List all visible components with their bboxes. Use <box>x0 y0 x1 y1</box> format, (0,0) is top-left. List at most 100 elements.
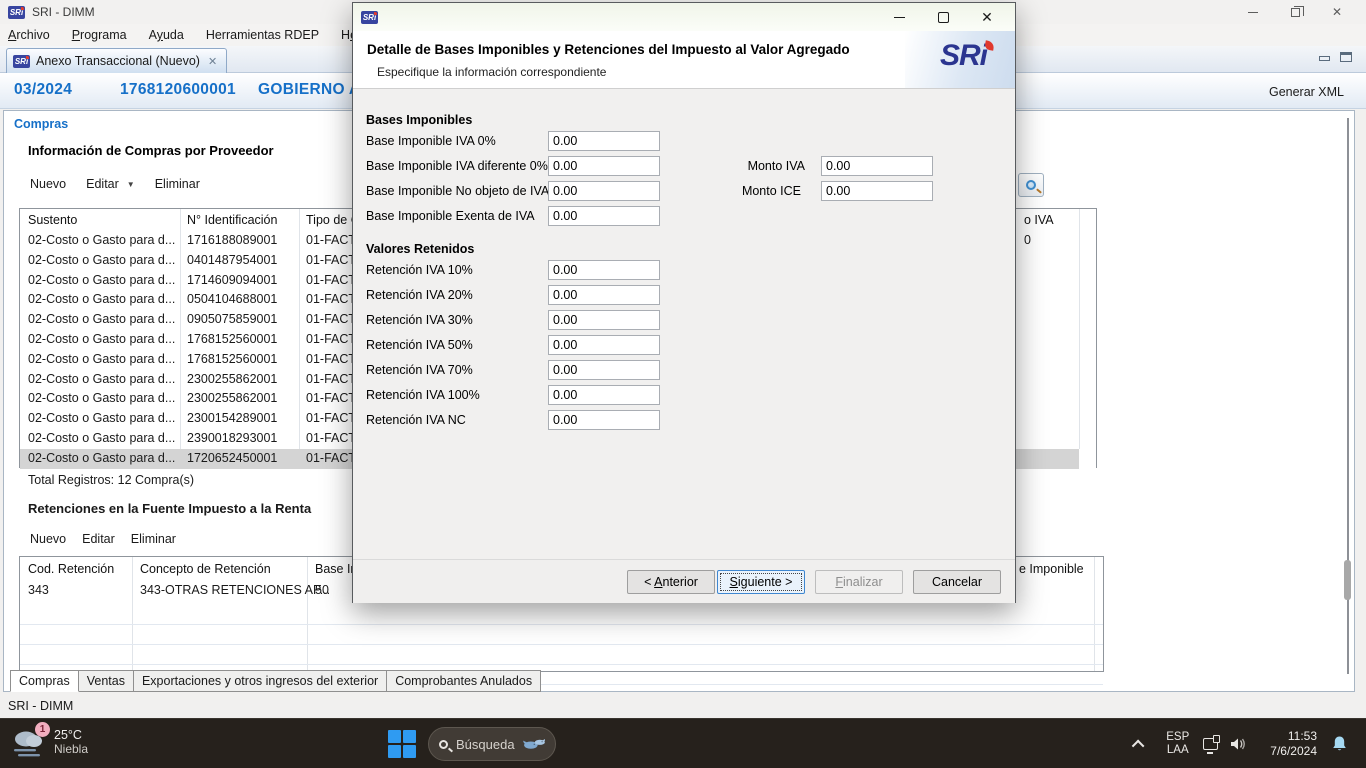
cell-identificacion: 2390018293001 <box>187 431 277 445</box>
minimize-button[interactable] <box>1232 0 1274 24</box>
dialog-close-button[interactable]: ✕ <box>965 5 1009 29</box>
screen: SRi SRI - DIMM ✕ Archivo Programa Ayuda Her… <box>0 0 1366 768</box>
weather-widget[interactable]: 1 25°C Niebla <box>10 725 88 759</box>
panel-minimize-icon[interactable] <box>1318 52 1330 62</box>
compras-eliminar-button[interactable]: Eliminar <box>155 177 200 191</box>
dialog-finalizar-button[interactable]: Finalizar <box>815 570 903 594</box>
dialog-anterior-button[interactable]: < Anterior <box>627 570 715 594</box>
dialog-siguiente-button[interactable]: Siguiente > <box>717 570 805 594</box>
menu-programa[interactable]: Programa <box>72 28 127 42</box>
temperature: 25°C <box>54 728 88 742</box>
retencion-field-4-input[interactable] <box>548 360 660 380</box>
retenciones-actions: Nuevo Editar Eliminar <box>30 532 176 546</box>
bottom-tab-comprobantes[interactable]: Comprobantes Anulados <box>387 670 541 692</box>
retencion-field-2-label: Retención IVA 30% <box>366 313 473 327</box>
dialog-title: Detalle de Bases Imponibles y Retencione… <box>367 42 850 57</box>
volume-icon[interactable] <box>1230 736 1248 752</box>
tab-anexo-transaccional[interactable]: SRi Anexo Transaccional (Nuevo) ✕ <box>6 48 227 73</box>
total-registros: Total Registros: 12 Compra(s) <box>28 473 194 487</box>
col-sustento[interactable]: Sustento <box>28 213 77 227</box>
cell-identificacion: 1768152560001 <box>187 352 277 366</box>
search-placeholder: Búsqueda <box>456 737 515 752</box>
language-indicator[interactable]: ESP LAA <box>1166 731 1189 757</box>
col-monto-iva-fragment[interactable]: o IVA <box>1024 213 1054 227</box>
retenciones-eliminar-button[interactable]: Eliminar <box>131 532 176 546</box>
cell-concepto: 343-OTRAS RETENCIONES AP... <box>140 583 330 597</box>
base-field-2-input[interactable] <box>548 181 660 201</box>
monto-1-label: Monto ICE <box>741 184 801 198</box>
search-icon <box>1026 180 1036 190</box>
retenciones-nuevo-button[interactable]: Nuevo <box>30 532 66 546</box>
taxpayer-name-label: GOBIERNO A <box>258 81 360 99</box>
period-label: 03/2024 <box>14 81 72 99</box>
dialog-cancelar-button[interactable]: Cancelar <box>913 570 1001 594</box>
cell-sustento: 02-Costo o Gasto para d... <box>28 451 175 465</box>
system-tray: ESP LAA 11:53 7/6/2024 <box>1135 719 1362 768</box>
base-field-1-input[interactable] <box>548 156 660 176</box>
compras-actions: Nuevo Editar ▼ Eliminar <box>30 177 200 191</box>
app-icon: SRi <box>8 6 25 19</box>
base-field-0-input[interactable] <box>548 131 660 151</box>
bottom-tab-exportaciones[interactable]: Exportaciones y otros ingresos del exter… <box>134 670 387 692</box>
col-concepto[interactable]: Concepto de Retención <box>140 562 271 576</box>
cell-sustento: 02-Costo o Gasto para d... <box>28 411 175 425</box>
dialog-minimize-button[interactable] <box>877 5 921 29</box>
dialog-titlebar: SRi ✕ <box>353 3 1015 31</box>
taskbar-search[interactable]: Búsqueda <box>428 727 556 761</box>
status-text: SRI - DIMM <box>8 699 73 713</box>
close-button[interactable]: ✕ <box>1316 0 1358 24</box>
retencion-field-3-input[interactable] <box>548 335 660 355</box>
search-button[interactable] <box>1018 173 1044 197</box>
col-cod-retencion[interactable]: Cod. Retención <box>28 562 114 576</box>
dialog-maximize-button[interactable] <box>921 5 965 29</box>
retencion-field-0-label: Retención IVA 10% <box>366 263 473 277</box>
monto-1-input[interactable] <box>821 181 933 201</box>
bottom-tab-ventas[interactable]: Ventas <box>79 670 134 692</box>
menu-ayuda[interactable]: Ayuda <box>149 28 184 42</box>
retencion-field-3-label: Retención IVA 50% <box>366 338 473 352</box>
menu-archivo[interactable]: Archivo <box>8 28 50 42</box>
search-icon <box>439 740 448 749</box>
dialog-buttonbar: < AnteriorSiguiente > Finalizar Cancelar <box>353 559 1015 603</box>
retenidos-section-title: Valores Retenidos <box>366 242 474 256</box>
dialog-subtitle: Especifique la información correspondien… <box>377 65 606 79</box>
weather-condition: Niebla <box>54 742 88 756</box>
start-button[interactable] <box>388 730 416 758</box>
compras-nuevo-button[interactable]: Nuevo <box>30 177 66 191</box>
cell-sustento: 02-Costo o Gasto para d... <box>28 233 175 247</box>
empty-row <box>20 645 1103 665</box>
tray-chevron-up-icon[interactable] <box>1132 739 1145 752</box>
col-right-fragment[interactable]: e Imponible <box>1019 562 1084 576</box>
cell-sustento: 02-Costo o Gasto para d... <box>28 273 175 287</box>
window-title: SRI - DIMM <box>32 5 95 19</box>
restore-button[interactable] <box>1274 0 1316 24</box>
bottom-tab-compras[interactable]: Compras <box>10 670 79 692</box>
tab-close-icon[interactable]: ✕ <box>208 55 217 68</box>
editar-dropdown-icon[interactable]: ▼ <box>127 180 135 189</box>
col-identificacion[interactable]: N° Identificación <box>187 213 277 227</box>
retenciones-editar-button[interactable]: Editar <box>82 532 115 546</box>
menu-herramientas-rdep[interactable]: Herramientas RDEP <box>206 28 319 42</box>
retencion-field-1-input[interactable] <box>548 285 660 305</box>
base-field-2-label: Base Imponible No objeto de IVA <box>366 184 549 198</box>
cell-identificacion: 0905075859001 <box>187 312 277 326</box>
monto-0-input[interactable] <box>821 156 933 176</box>
retencion-field-2-input[interactable] <box>548 310 660 330</box>
base-field-3-input[interactable] <box>548 206 660 226</box>
tray-time: 11:53 <box>1270 729 1317 744</box>
statusbar: SRI - DIMM <box>0 694 1366 718</box>
cell-sustento: 02-Costo o Gasto para d... <box>28 332 175 346</box>
empty-row <box>20 605 1103 625</box>
clock[interactable]: 11:53 7/6/2024 <box>1270 729 1317 759</box>
cell-identificacion: 1720652450001 <box>187 451 277 465</box>
generar-xml-link[interactable]: Generar XML <box>1269 85 1344 99</box>
compras-editar-button[interactable]: Editar <box>86 177 119 191</box>
notification-bell-icon[interactable] <box>1331 735 1348 753</box>
network-icon[interactable] <box>1203 738 1218 750</box>
scrollbar-thumb[interactable] <box>1344 560 1351 600</box>
retencion-field-0-input[interactable] <box>548 260 660 280</box>
retencion-field-5-input[interactable] <box>548 385 660 405</box>
panel-maximize-icon[interactable] <box>1340 52 1352 62</box>
retencion-field-6-input[interactable] <box>548 410 660 430</box>
tray-date: 7/6/2024 <box>1270 744 1317 759</box>
